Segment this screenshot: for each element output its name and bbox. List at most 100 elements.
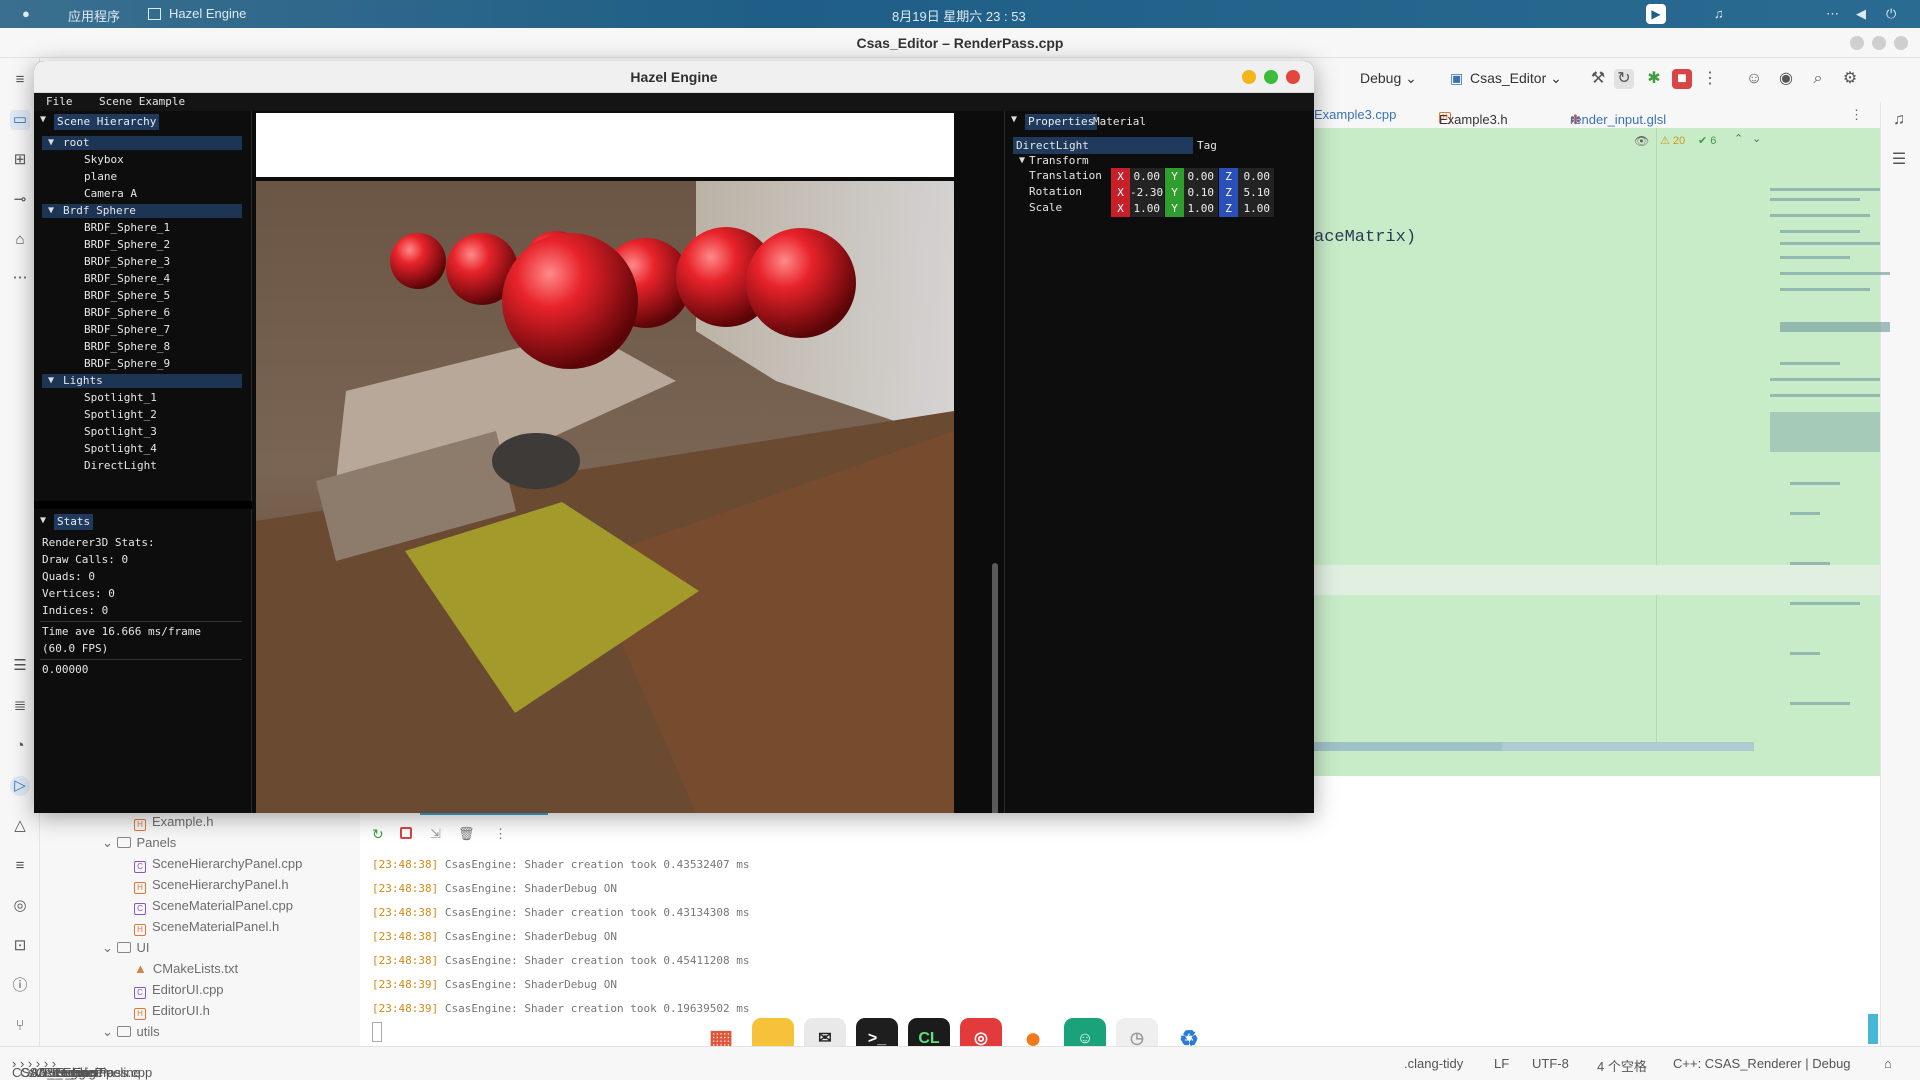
code-minimap[interactable]	[1770, 182, 1890, 742]
tree-folder-ui[interactable]: ⌄ UI	[102, 938, 150, 958]
tree-node-brdf-sphere-6[interactable]: BRDF_Sphere_6	[84, 305, 170, 321]
tree-node-spotlight-1[interactable]: Spotlight_1	[84, 390, 157, 406]
collapse-triangle-icon[interactable]: ▼	[40, 114, 46, 125]
tree-item-editorui-cpp[interactable]: C EditorUI.cpp	[134, 980, 224, 1000]
network-icon[interactable]: ⋯	[1826, 6, 1839, 22]
layers-icon[interactable]: ≣	[10, 696, 30, 716]
console-scrollbar[interactable]	[1868, 1014, 1878, 1044]
add-user-icon[interactable]: ☺	[1744, 69, 1764, 89]
axis-y-button[interactable]: Y	[1165, 168, 1184, 185]
tree-node-brdf-sphere-5[interactable]: BRDF_Sphere_5	[84, 288, 170, 304]
ide-close-button[interactable]	[1894, 36, 1908, 50]
search-icon[interactable]: ⌕	[1808, 69, 1828, 89]
panel-header-scene-hierarchy[interactable]: Scene Hierarchy	[54, 114, 160, 130]
tree-node-brdf-sphere-8[interactable]: BRDF_Sphere_8	[84, 339, 170, 355]
console-input-cursor[interactable]	[372, 1022, 382, 1042]
apps-menu[interactable]: 应用程序	[68, 6, 120, 25]
axis-z-button[interactable]: Z	[1219, 168, 1238, 185]
translation-y-field[interactable]: 0.00	[1184, 168, 1218, 185]
expand-triangle-icon[interactable]: ▼	[48, 137, 54, 148]
axis-x-button[interactable]: X	[1111, 200, 1130, 217]
lock-icon[interactable]: ⌂	[1884, 1056, 1892, 1071]
info-icon[interactable]: ⓘ	[10, 976, 30, 996]
more-tools-icon[interactable]: ⋯	[10, 268, 30, 288]
viewport-scrollbar[interactable]	[992, 563, 998, 813]
breadcrumb-item[interactable]: RenderPass.cpp	[56, 1065, 152, 1080]
warnings-count[interactable]: ⚠ 20	[1660, 134, 1685, 147]
scene-viewport[interactable]	[252, 111, 1004, 813]
git-icon[interactable]: ⑂	[10, 1016, 30, 1036]
stop-button[interactable]: ■	[1672, 69, 1692, 89]
console-clear-icon[interactable]: 🗑	[458, 826, 475, 842]
run-icon[interactable]: ▷	[10, 776, 30, 796]
tree-node-brdf-sphere-7[interactable]: BRDF_Sphere_7	[84, 322, 170, 338]
axis-y-button[interactable]: Y	[1165, 200, 1184, 217]
tree-node-spotlight-2[interactable]: Spotlight_2	[84, 407, 157, 423]
tree-folder-utils[interactable]: ⌄ utils	[102, 1022, 160, 1042]
hazel-close-button[interactable]	[1286, 70, 1300, 84]
services-icon[interactable]: ◔	[10, 736, 30, 756]
tree-item-scenehierarchypanel-cpp[interactable]: C SceneHierarchyPanel.cpp	[134, 854, 302, 874]
menu-file[interactable]: File	[46, 95, 73, 108]
tree-node-spotlight-4[interactable]: Spotlight_4	[84, 441, 157, 457]
hazel-minimize-button[interactable]	[1242, 70, 1256, 84]
axis-z-button[interactable]: Z	[1219, 184, 1238, 201]
rotation-y-field[interactable]: 0.10	[1184, 184, 1218, 201]
tree-folder-panels[interactable]: ⌄ Panels	[102, 833, 176, 853]
context-status[interactable]: C++: CSAS_Renderer | Debug	[1673, 1056, 1851, 1071]
entity-name-input[interactable]: DirectLight	[1013, 137, 1193, 154]
scale-y-field[interactable]: 1.00	[1184, 200, 1218, 217]
next-issue-icon[interactable]: ⌄	[1752, 132, 1761, 145]
tab-example3-cpp[interactable]: Example3.cpp	[1314, 107, 1396, 122]
console-stop-icon[interactable]	[400, 827, 412, 839]
settings-gear-icon[interactable]: ⚙	[1840, 69, 1860, 89]
console-rerun-icon[interactable]: ↻	[372, 826, 384, 843]
menu-scene-example[interactable]: Scene Example	[99, 95, 185, 108]
tree-item-scenematerialpanel-cpp[interactable]: C SceneMaterialPanel.cpp	[134, 896, 293, 916]
axis-z-button[interactable]: Z	[1219, 200, 1238, 217]
console-scroll-end-icon[interactable]: ⇲	[430, 826, 441, 842]
hazel-maximize-button[interactable]	[1264, 70, 1278, 84]
collapse-triangle-icon[interactable]: ▼	[40, 515, 46, 526]
tree-node-brdf-sphere-9[interactable]: BRDF_Sphere_9	[84, 356, 170, 372]
tree-item-editorui-h[interactable]: H EditorUI.h	[134, 1001, 210, 1021]
tree-node-brdf-sphere[interactable]: Brdf Sphere	[63, 203, 136, 219]
expand-triangle-icon[interactable]: ▼	[1019, 155, 1025, 166]
collapse-triangle-icon[interactable]: ▼	[1011, 114, 1017, 125]
more-actions-icon[interactable]: ⋮	[1700, 69, 1720, 89]
problems-icon[interactable]: △	[10, 816, 30, 836]
expand-triangle-icon[interactable]: ▼	[48, 375, 54, 386]
debug-bug-icon[interactable]: ✱	[1644, 69, 1664, 89]
terminal-icon[interactable]: ⊡	[10, 936, 30, 956]
tree-node-camera-a[interactable]: Camera A	[84, 186, 137, 202]
messages-icon[interactable]: ≡	[10, 856, 30, 876]
tree-node-directlight[interactable]: DirectLight	[84, 458, 157, 474]
expand-triangle-icon[interactable]: ▼	[48, 205, 54, 216]
tree-node-lights[interactable]: Lights	[63, 373, 103, 389]
tree-node-brdf-sphere-3[interactable]: BRDF_Sphere_3	[84, 254, 170, 270]
indent-status[interactable]: 4 个空格	[1597, 1056, 1647, 1075]
tabs-more-icon[interactable]: ⋮	[1850, 107, 1863, 123]
menu-hamburger-icon[interactable]: ≡	[10, 70, 30, 90]
console-more-icon[interactable]: ⋮	[494, 826, 507, 842]
tree-node-plane[interactable]: plane	[84, 169, 117, 185]
translation-z-field[interactable]: 0.00	[1238, 168, 1274, 185]
run-target-select[interactable]: Csas_Editor ⌄	[1470, 70, 1562, 87]
ide-maximize-button[interactable]	[1872, 36, 1886, 50]
rotation-z-field[interactable]: 5.10	[1238, 184, 1274, 201]
reader-mode-icon[interactable]: 👁	[1634, 134, 1649, 148]
power-icon[interactable]: ⏻	[1886, 6, 1896, 22]
notifications-bell-icon[interactable]: ♫	[1889, 110, 1909, 130]
play-services-icon[interactable]: ◎	[10, 896, 30, 916]
structure-icon[interactable]: ⊞	[10, 150, 30, 170]
database-icon[interactable]: ☰	[1889, 150, 1909, 170]
volume-icon[interactable]: ◀	[1856, 6, 1866, 22]
tree-node-root[interactable]: root	[63, 135, 90, 151]
linter-status[interactable]: .clang-tidy	[1404, 1056, 1463, 1071]
project-folder-icon[interactable]: ▭	[10, 110, 30, 130]
scale-x-field[interactable]: 1.00	[1130, 200, 1164, 217]
scale-z-field[interactable]: 1.00	[1238, 200, 1274, 217]
apple-icon[interactable]: ●	[22, 6, 30, 21]
transform-header[interactable]: Transform	[1029, 153, 1089, 169]
tab-material[interactable]: Material	[1093, 114, 1146, 130]
